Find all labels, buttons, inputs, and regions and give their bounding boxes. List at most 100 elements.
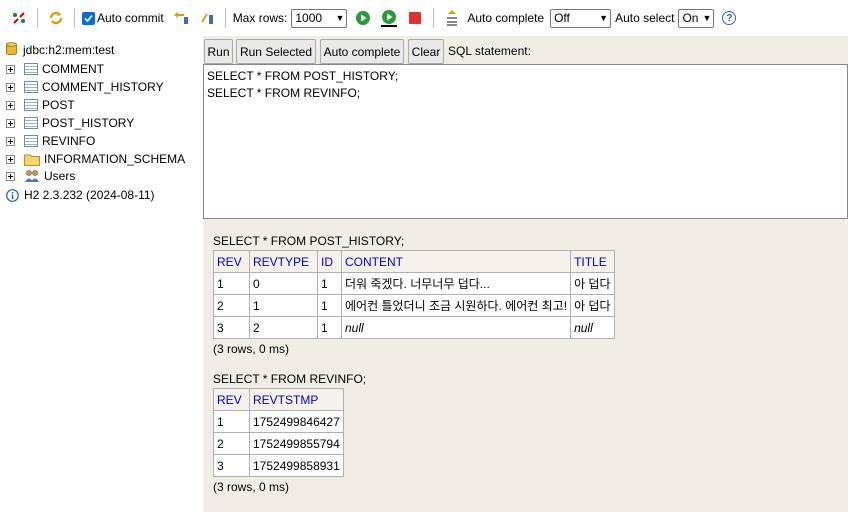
disconnect-icon[interactable] <box>9 8 29 28</box>
chevron-down-icon: ▼ <box>599 13 609 23</box>
expand-icon[interactable] <box>6 136 15 146</box>
sql-line: SELECT * FROM REVINFO; <box>207 86 361 100</box>
max-rows-label: Max rows: <box>232 11 288 25</box>
auto-select-select[interactable]: On ▼ <box>678 8 715 28</box>
sql-line: SELECT * FROM POST_HISTORY; <box>207 69 399 83</box>
expand-icon[interactable] <box>6 100 15 110</box>
help-symbol: ? <box>722 11 737 25</box>
sql-statement-label: SQL statement: <box>448 44 531 58</box>
column-header[interactable]: TITLE <box>570 250 615 273</box>
expand-icon[interactable] <box>6 64 15 74</box>
table-icon <box>24 63 38 75</box>
result-table: REV REVTYPE ID CONTENT TITLE 1 0 1 더워 죽겠… <box>213 250 615 339</box>
table-cell: 1 <box>213 410 250 433</box>
max-rows-select[interactable]: 1000 ▼ <box>291 8 348 28</box>
expand-icon[interactable] <box>6 171 15 181</box>
tree-item-information-schema[interactable]: INFORMATION_SCHEMA <box>0 150 185 168</box>
table-cell: 0 <box>249 272 318 295</box>
table-cell: 아 덥다 <box>570 294 615 317</box>
tree-item-label: Users <box>44 169 76 183</box>
column-header[interactable]: REVTSTMP <box>249 388 344 411</box>
column-header[interactable]: CONTENT <box>340 250 572 273</box>
commit-icon[interactable] <box>197 8 217 28</box>
folder-icon <box>24 153 40 166</box>
max-rows-value: 1000 <box>295 11 323 25</box>
refresh-icon[interactable] <box>46 8 66 28</box>
auto-select-label: Auto select <box>615 11 675 25</box>
auto-commit-checkbox[interactable] <box>82 11 95 25</box>
users-icon <box>24 169 40 183</box>
result-summary: (3 rows, 0 ms) <box>213 342 290 356</box>
run-button[interactable]: Run <box>204 39 233 64</box>
sql-editor[interactable]: SELECT * FROM POST_HISTORY; SELECT * FRO… <box>203 64 848 219</box>
history-icon[interactable] <box>442 8 462 28</box>
chevron-down-icon: ▼ <box>335 13 345 23</box>
chevron-down-icon: ▼ <box>702 13 712 23</box>
table-cell: 1752499855794 <box>249 432 344 455</box>
tree-item-comment-history[interactable]: COMMENT_HISTORY <box>0 78 164 96</box>
column-header[interactable]: REV <box>213 250 250 273</box>
tree-item-label: COMMENT_HISTORY <box>42 80 164 94</box>
run-selected-button[interactable]: Run Selected <box>236 39 316 64</box>
auto-select-value: On <box>682 11 699 25</box>
table-icon <box>24 117 38 129</box>
tree-item-post[interactable]: POST <box>0 96 75 114</box>
tree-item-label: COMMENT <box>42 62 104 76</box>
table-icon <box>24 135 38 147</box>
table-header-row: REV REVTYPE ID CONTENT TITLE <box>213 250 615 273</box>
object-tree: jdbc:h2:mem:test COMMENT COMMENT_HISTORY… <box>0 36 203 512</box>
tree-item-label: REVINFO <box>42 134 96 148</box>
result-query: SELECT * FROM POST_HISTORY; <box>213 234 405 248</box>
table-cell: 3 <box>213 316 250 339</box>
table-cell: 1 <box>249 294 318 317</box>
result-block: SELECT * FROM POST_HISTORY; REV REVTYPE … <box>213 233 615 357</box>
rollback-icon[interactable] <box>171 8 191 28</box>
table-cell: 아 덥다 <box>570 272 615 295</box>
table-row: 2 1 1 에어컨 틀었더니 조금 시원하다. 에어컨 최고! 아 덥다 <box>213 294 615 317</box>
expand-icon[interactable] <box>6 118 15 128</box>
tree-item-label: POST <box>42 98 75 112</box>
table-cell: 에어컨 틀었더니 조금 시원하다. 에어컨 최고! <box>340 294 572 317</box>
toolbar-separator <box>433 8 435 28</box>
auto-complete-label: Auto complete <box>467 11 545 25</box>
toolbar-separator <box>37 8 38 28</box>
expand-icon[interactable] <box>6 82 15 92</box>
result-summary: (3 rows, 0 ms) <box>213 480 290 494</box>
table-cell: 1 <box>317 316 342 339</box>
tree-item-post-history[interactable]: POST_HISTORY <box>0 114 134 132</box>
clear-button[interactable]: Clear <box>408 39 444 64</box>
run-icon[interactable] <box>353 8 373 28</box>
run-selected-icon[interactable] <box>379 8 399 28</box>
auto-complete-button[interactable]: Auto complete <box>320 39 404 64</box>
table-cell: 1752499846427 <box>249 410 344 433</box>
tree-item-users[interactable]: Users <box>0 167 75 185</box>
table-cell: 더워 죽겠다. 너무너무 덥다... <box>340 272 572 295</box>
table-cell: 1752499858931 <box>249 454 344 477</box>
help-icon[interactable]: ? <box>719 8 739 28</box>
column-header[interactable]: REVTYPE <box>249 250 318 273</box>
table-row: 3 2 1 null null <box>213 316 615 339</box>
query-panel: Run Run Selected Auto complete Clear SQL… <box>203 36 848 512</box>
stop-icon[interactable] <box>405 8 425 28</box>
table-cell: 1 <box>213 272 250 295</box>
table-cell-null: null <box>340 316 572 339</box>
tree-item-comment[interactable]: COMMENT <box>0 60 104 78</box>
table-cell: 2 <box>249 316 318 339</box>
table-icon <box>24 81 38 93</box>
auto-complete-select[interactable]: Off ▼ <box>550 8 612 28</box>
table-icon <box>24 99 38 111</box>
tree-root[interactable]: jdbc:h2:mem:test <box>6 41 114 59</box>
table-row: 1 0 1 더워 죽겠다. 너무너무 덥다... 아 덥다 <box>213 272 615 295</box>
column-header[interactable]: ID <box>317 250 342 273</box>
tree-item-label: POST_HISTORY <box>42 116 135 130</box>
table-header-row: REV REVTSTMP <box>213 388 344 411</box>
table-row: 1 1752499846427 <box>213 410 344 433</box>
tree-item-revinfo[interactable]: REVINFO <box>0 132 95 150</box>
expand-icon[interactable] <box>6 154 15 164</box>
result-table: REV REVTSTMP 1 1752499846427 2 175249985… <box>213 388 344 477</box>
column-header[interactable]: REV <box>213 388 250 411</box>
database-icon <box>6 41 17 59</box>
toolbar-separator <box>74 8 75 28</box>
table-cell: 1 <box>317 294 342 317</box>
table-row: 2 1752499855794 <box>213 432 344 455</box>
